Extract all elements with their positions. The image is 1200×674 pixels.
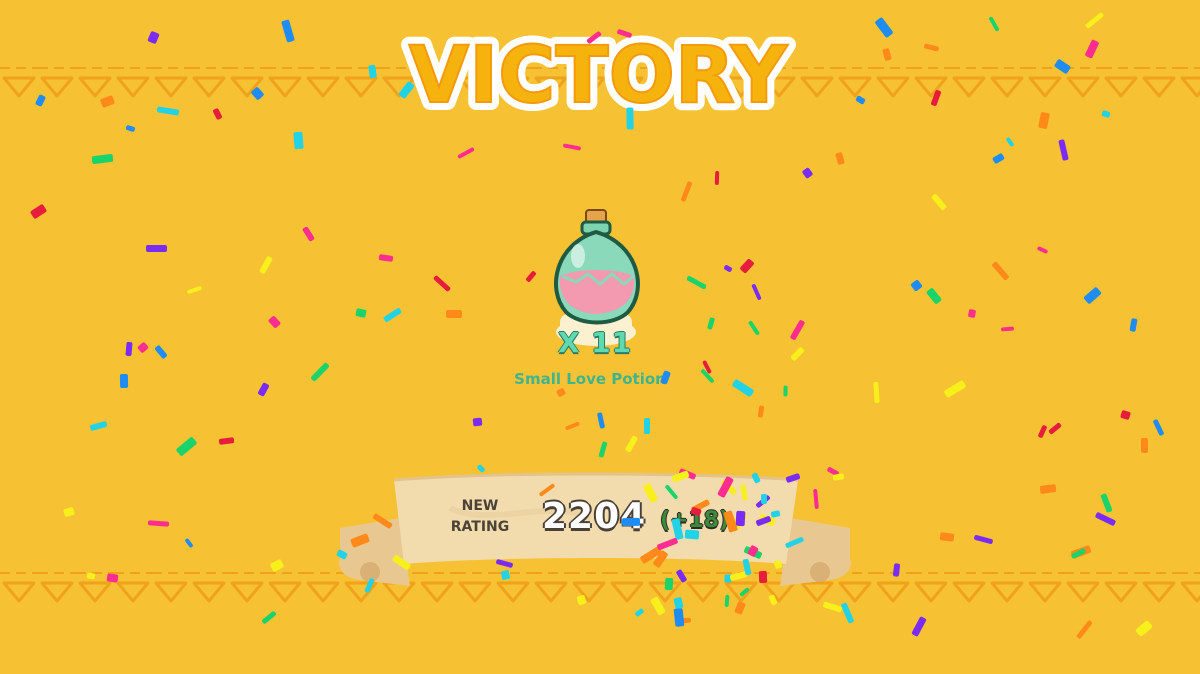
confetti-piece [873, 381, 880, 404]
confetti-piece [186, 285, 203, 295]
confetti-piece [835, 151, 845, 166]
rating-scroll-banner: NEW RATING 2204 (+18) [330, 468, 860, 598]
confetti-piece [147, 520, 170, 527]
confetti-piece [673, 608, 685, 627]
confetti-piece [1100, 493, 1113, 513]
confetti-piece [789, 319, 806, 341]
confetti-piece [739, 258, 755, 274]
confetti-piece [1094, 511, 1117, 527]
confetti-piece [29, 203, 48, 220]
confetti-piece [991, 261, 1010, 281]
confetti-piece [125, 341, 133, 357]
confetti-piece [564, 421, 581, 431]
confetti-piece [1070, 544, 1092, 560]
confetti-piece [146, 245, 167, 252]
reward-panel: X 11 Small Love Potion [490, 200, 710, 400]
confetti-piece [943, 379, 967, 399]
reward-quantity: X 11 [557, 326, 633, 359]
confetti-piece [925, 287, 943, 305]
confetti-piece [1129, 318, 1138, 332]
confetti-piece [624, 435, 639, 453]
confetti-piece [136, 341, 150, 354]
new-rating-label: NEW RATING [450, 498, 510, 535]
confetti-piece [910, 279, 923, 292]
confetti-piece [355, 308, 367, 318]
confetti-piece [432, 274, 452, 293]
confetti-piece [757, 405, 765, 418]
confetti-piece [680, 180, 693, 203]
rating-change: (+18) [660, 508, 730, 533]
confetti-piece [446, 310, 462, 318]
confetti-piece [1070, 547, 1087, 560]
confetti-piece [301, 226, 316, 242]
confetti-piece [1083, 286, 1102, 305]
confetti-piece [125, 124, 136, 133]
confetti-piece [1076, 619, 1093, 640]
confetti-piece [184, 537, 194, 549]
confetti-piece [1141, 438, 1148, 453]
confetti-piece [1058, 139, 1069, 161]
confetti-piece [457, 146, 475, 160]
victory-title: VICTORY VICTORY [401, 23, 797, 122]
confetti-piece [939, 532, 955, 542]
confetti-piece [911, 616, 927, 637]
confetti-piece [801, 167, 814, 179]
reward-name: Small Love Potion [514, 370, 666, 388]
confetti-piece [89, 420, 108, 432]
confetti-piece [598, 441, 608, 458]
confetti-piece [634, 607, 645, 618]
confetti-piece [991, 152, 1006, 165]
confetti-piece [154, 344, 168, 360]
confetti-piece [293, 131, 304, 150]
confetti-piece [63, 506, 75, 518]
confetti-piece [596, 412, 606, 429]
confetti-piece [91, 153, 114, 165]
confetti-piece [259, 255, 273, 275]
confetti-piece [930, 193, 948, 211]
confetti-piece [1005, 136, 1015, 148]
rating-value: 2204 [542, 496, 647, 537]
confetti-piece [644, 418, 650, 434]
confetti-piece [261, 610, 277, 625]
confetti-piece [783, 385, 788, 397]
confetti-piece [973, 534, 994, 545]
confetti-piece [731, 378, 755, 398]
confetti-piece [472, 417, 483, 427]
confetti-piece [723, 264, 733, 273]
confetti-piece [1039, 484, 1057, 494]
confetti-piece [175, 436, 198, 457]
confetti-piece [747, 320, 761, 336]
confetti-piece [751, 283, 762, 301]
confetti-piece [1037, 424, 1048, 439]
confetti-piece [1134, 619, 1154, 638]
confetti-piece [714, 170, 720, 186]
confetti-piece [218, 437, 235, 445]
victory-title-text: VICTORY [409, 31, 789, 121]
confetti-piece [257, 382, 270, 397]
confetti-piece [382, 307, 403, 323]
confetti-piece [1120, 409, 1131, 421]
confetti-piece [378, 254, 394, 262]
confetti-piece [1048, 422, 1062, 435]
confetti-piece [790, 346, 805, 362]
confetti-piece [267, 315, 282, 329]
confetti-piece [562, 143, 582, 151]
confetti-piece [967, 308, 977, 319]
confetti-piece [119, 373, 129, 389]
confetti-piece [1036, 245, 1049, 255]
confetti-piece [310, 362, 330, 382]
confetti-piece [1000, 326, 1015, 332]
confetti-piece [1152, 418, 1165, 437]
confetti-piece [679, 617, 692, 624]
